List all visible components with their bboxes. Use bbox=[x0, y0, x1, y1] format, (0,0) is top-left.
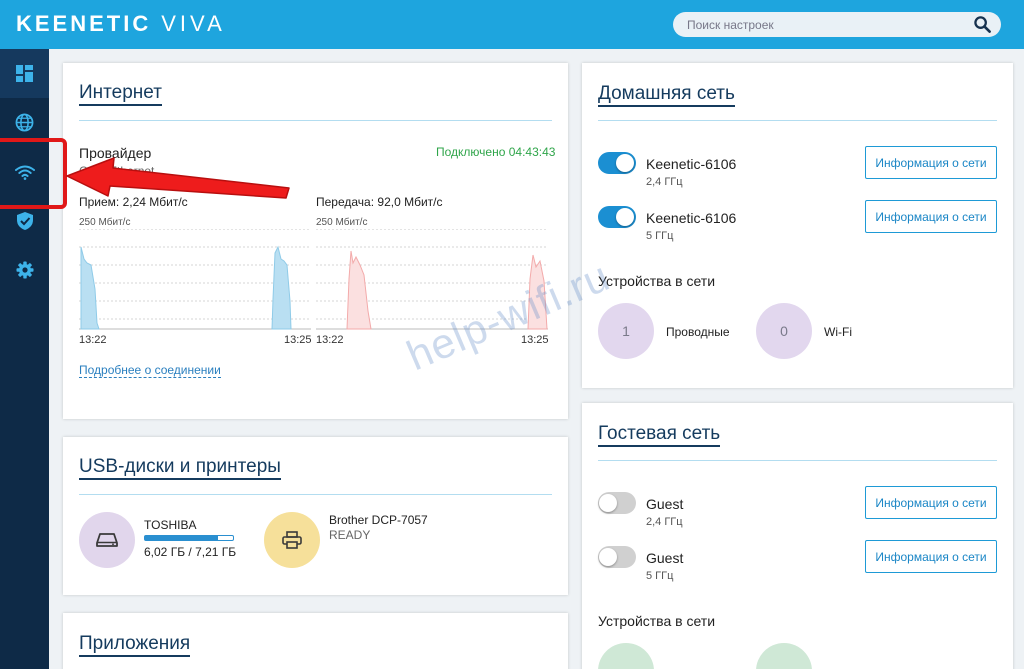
guest-wifi-24-name: Guest bbox=[646, 496, 684, 512]
provider-label: Провайдер bbox=[79, 145, 152, 161]
top-bar: KEENETIC VIVA bbox=[0, 0, 1024, 49]
tx-time-start: 13:22 bbox=[316, 334, 344, 346]
disk-usage: 6,02 ГБ / 7,21 ГБ bbox=[144, 545, 237, 559]
printer-name: Brother DCP-7057 bbox=[329, 513, 428, 527]
home-wifi-5-info-button[interactable]: Информация о сети bbox=[865, 200, 997, 233]
home-devices-label: Устройства в сети bbox=[598, 273, 716, 289]
disk-usage-fill bbox=[145, 536, 219, 540]
dashboard-icon bbox=[16, 65, 33, 82]
nav-wifi[interactable] bbox=[0, 147, 49, 196]
guest-wifi-24-band: 2,4 ГГц bbox=[646, 516, 683, 528]
guest-devices-label: Устройства в сети bbox=[598, 613, 716, 629]
home-wifi-24-name: Keenetic-6106 bbox=[646, 156, 737, 172]
provider-type: Сеть Ethernet bbox=[79, 164, 155, 178]
wifi-devices-label: Wi-Fi bbox=[824, 325, 852, 339]
guest-wifi-5-info-button[interactable]: Информация о сети bbox=[865, 540, 997, 573]
usb-divider bbox=[79, 494, 552, 495]
wired-devices-label: Проводные bbox=[666, 325, 730, 339]
toggle-knob bbox=[599, 548, 617, 566]
rx-time-end: 13:25 bbox=[284, 334, 312, 346]
home-wifi-24-toggle[interactable] bbox=[598, 152, 636, 174]
guest-wifi-5-name: Guest bbox=[646, 550, 684, 566]
shield-icon bbox=[16, 211, 33, 230]
sidebar bbox=[0, 49, 49, 669]
home-network-divider bbox=[598, 120, 997, 121]
gear-icon bbox=[16, 261, 33, 278]
logo-model: VIVA bbox=[161, 11, 226, 36]
home-wifi-24-info-button[interactable]: Информация о сети bbox=[865, 146, 997, 179]
printer-status: READY bbox=[329, 528, 371, 542]
guest-wifi-5-toggle[interactable] bbox=[598, 546, 636, 568]
toggle-knob bbox=[599, 494, 617, 512]
rx-traffic-graph bbox=[79, 229, 311, 330]
guest-wifi-24-info-button[interactable]: Информация о сети bbox=[865, 486, 997, 519]
keenetic-logo[interactable]: KEENETIC VIVA bbox=[16, 11, 226, 37]
connection-status: Подключено 04:43:43 bbox=[436, 145, 556, 159]
toggle-knob bbox=[616, 208, 634, 226]
rx-scale: 250 Мбит/с bbox=[79, 217, 131, 228]
internet-divider bbox=[79, 120, 552, 121]
guest-wifi-24-toggle[interactable] bbox=[598, 492, 636, 514]
usb-title[interactable]: USB-диски и принтеры bbox=[79, 456, 281, 480]
rx-speed: Прием: 2,24 Мбит/с bbox=[79, 195, 188, 209]
tx-time-end: 13:25 bbox=[521, 334, 549, 346]
guest-wifi-5-band: 5 ГГц bbox=[646, 570, 674, 582]
settings-search[interactable] bbox=[673, 12, 1001, 37]
globe-icon bbox=[15, 113, 34, 132]
printer-icon bbox=[282, 531, 302, 549]
printer-circle[interactable] bbox=[264, 512, 320, 568]
disk-name: TOSHIBA bbox=[144, 518, 197, 532]
wired-devices-count[interactable]: 1 bbox=[598, 303, 654, 359]
search-icon[interactable] bbox=[974, 16, 991, 33]
home-wifi-5-toggle[interactable] bbox=[598, 206, 636, 228]
nav-dashboard[interactable] bbox=[0, 49, 49, 98]
search-input[interactable] bbox=[687, 15, 967, 34]
toggle-knob bbox=[616, 154, 634, 172]
home-wifi-5-name: Keenetic-6106 bbox=[646, 210, 737, 226]
hard-drive-icon bbox=[96, 533, 118, 547]
home-wifi-24-band: 2,4 ГГц bbox=[646, 176, 683, 188]
disk-circle[interactable] bbox=[79, 512, 135, 568]
wifi-icon bbox=[14, 165, 35, 180]
guest-network-divider bbox=[598, 460, 997, 461]
internet-title[interactable]: Интернет bbox=[79, 82, 162, 106]
logo-brand: KEENETIC bbox=[16, 11, 152, 36]
connection-details-link[interactable]: Подробнее о соединении bbox=[79, 363, 221, 378]
guest-network-title[interactable]: Гостевая сеть bbox=[598, 423, 721, 447]
nav-security[interactable] bbox=[0, 196, 49, 245]
tx-speed: Передача: 92,0 Мбит/с bbox=[316, 195, 443, 209]
nav-internet[interactable] bbox=[0, 98, 49, 147]
nav-settings[interactable] bbox=[0, 245, 49, 294]
tx-scale: 250 Мбит/с bbox=[316, 217, 368, 228]
home-network-title[interactable]: Домашняя сеть bbox=[598, 83, 735, 107]
home-wifi-5-band: 5 ГГц bbox=[646, 230, 674, 242]
wifi-devices-count[interactable]: 0 bbox=[756, 303, 812, 359]
rx-time-start: 13:22 bbox=[79, 334, 107, 346]
apps-title[interactable]: Приложения bbox=[79, 633, 191, 657]
disk-usage-bar bbox=[144, 535, 234, 541]
